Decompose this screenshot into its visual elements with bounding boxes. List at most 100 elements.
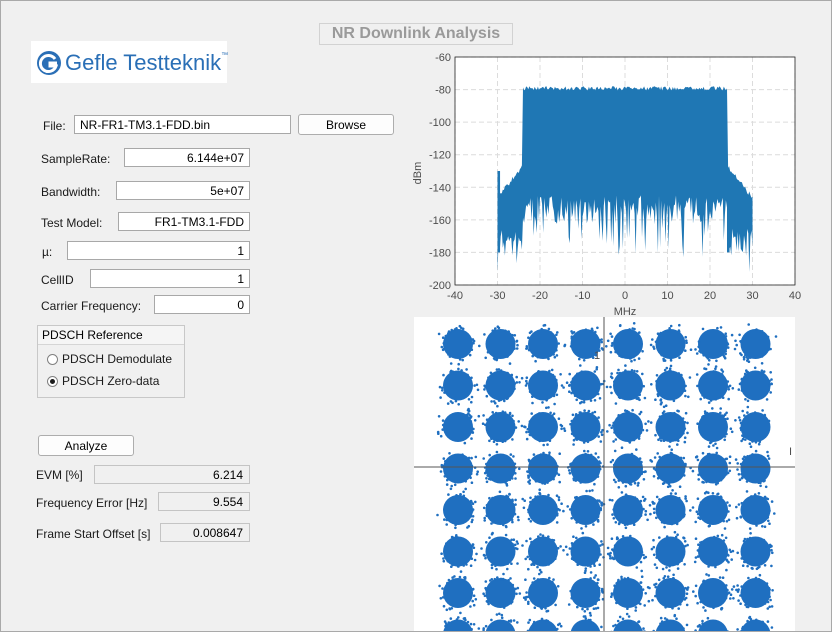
constellation-point: [746, 620, 749, 623]
constellation-point: [482, 457, 485, 460]
constellation-point: [503, 606, 506, 609]
constellation-point: [511, 521, 514, 524]
constellation-point: [644, 513, 647, 516]
constellation-point: [444, 460, 447, 463]
constellation-point: [614, 481, 617, 484]
constellation-point: [762, 372, 765, 375]
constellation-point: [451, 536, 454, 539]
constellation-point: [527, 596, 530, 599]
constellation-point: [533, 577, 536, 580]
constellation-point: [679, 603, 682, 606]
bandwidth-field[interactable]: 5e+07: [116, 181, 250, 200]
file-input[interactable]: NR-FR1-TM3.1-FDD.bin: [74, 115, 291, 134]
constellation-point: [516, 621, 519, 624]
constellation-point: [623, 577, 626, 580]
constellation-point: [654, 586, 657, 589]
constellation-point: [592, 523, 595, 526]
constellation-cluster-core: [741, 620, 771, 632]
constellation-point: [493, 413, 496, 416]
constellation-point: [610, 427, 613, 430]
constellation-point: [766, 451, 769, 454]
constellation-i-label: I: [789, 446, 792, 458]
constellation-cluster: [566, 490, 605, 530]
file-label: File:: [43, 118, 66, 134]
constellation-point: [493, 440, 496, 443]
constellation-point: [634, 496, 637, 499]
constellation-cluster: [734, 323, 777, 364]
pdsch-zero-data-radio[interactable]: [47, 376, 58, 387]
constellation-point: [703, 396, 706, 399]
constellation-point: [468, 398, 471, 401]
constellation-point: [727, 398, 730, 401]
constellation-cluster-core: [613, 371, 643, 401]
constellation-point: [446, 609, 449, 612]
constellation-point: [442, 374, 445, 377]
constellation-point: [644, 397, 647, 400]
constellation-point: [635, 606, 638, 609]
constellation-point: [597, 607, 600, 610]
pdsch-zero-data-label[interactable]: PDSCH Zero-data: [62, 373, 159, 389]
constellation-point: [483, 388, 486, 391]
constellation-point: [694, 595, 697, 598]
constellation-cluster-core: [486, 537, 516, 567]
constellation-point: [659, 415, 662, 418]
constellation-point: [538, 488, 541, 491]
constellation-point: [527, 568, 530, 571]
constellation-point: [717, 535, 720, 538]
constellation-point: [685, 341, 688, 344]
constellation-point: [682, 627, 685, 630]
constellation-point: [476, 473, 479, 476]
constellation-point: [697, 555, 700, 558]
constellation-point: [529, 332, 532, 335]
constellation-point: [746, 538, 749, 541]
spectrum-ylabel: dBm: [412, 162, 424, 185]
sample-rate-field[interactable]: 6.144e+07: [124, 148, 250, 167]
cell-id-label: CellID: [41, 272, 74, 288]
carrier-frequency-label: Carrier Frequency:: [41, 298, 141, 314]
constellation-point: [462, 564, 465, 567]
constellation-point: [759, 574, 762, 577]
analyze-button[interactable]: Analyze: [38, 435, 134, 456]
constellation-point: [556, 354, 559, 357]
constellation-point: [498, 327, 501, 330]
constellation-point: [511, 519, 514, 522]
constellation-point: [721, 414, 724, 417]
constellation-point: [589, 577, 592, 580]
constellation-point: [483, 519, 486, 522]
constellation-point: [676, 523, 679, 526]
constellation-point: [594, 574, 597, 577]
constellation-point: [554, 604, 557, 607]
constellation-point: [556, 521, 559, 524]
constellation-point: [701, 394, 704, 397]
constellation-point: [600, 502, 603, 505]
test-model-field[interactable]: FR1-TM3.1-FDD: [118, 212, 250, 231]
constellation-point: [579, 364, 582, 367]
cell-id-field[interactable]: 1: [90, 269, 250, 288]
constellation-point: [465, 368, 468, 371]
spectrum-xlabel: MHz: [614, 306, 637, 317]
constellation-point: [503, 400, 506, 403]
constellation-point: [611, 499, 614, 502]
constellation-point: [633, 322, 636, 325]
constellation-point: [692, 506, 695, 509]
mu-field[interactable]: 1: [67, 241, 250, 260]
constellation-point: [525, 431, 528, 434]
pdsch-demodulate-label[interactable]: PDSCH Demodulate: [62, 351, 172, 367]
constellation-point: [464, 442, 467, 445]
constellation-point: [532, 562, 535, 565]
constellation-point: [739, 602, 742, 605]
pdsch-demodulate-radio[interactable]: [47, 354, 58, 365]
constellation-point: [735, 589, 738, 592]
constellation-point: [738, 388, 741, 391]
constellation-point: [443, 391, 446, 394]
constellation-point: [722, 520, 725, 523]
constellation-point: [483, 507, 486, 510]
constellation-point: [634, 609, 637, 612]
carrier-frequency-field[interactable]: 0: [154, 295, 250, 314]
constellation-cluster: [568, 571, 604, 614]
constellation-point: [768, 380, 771, 383]
constellation-point: [744, 398, 747, 401]
constellation-point: [552, 478, 555, 481]
browse-button[interactable]: Browse: [298, 114, 394, 135]
constellation-point: [730, 427, 733, 430]
